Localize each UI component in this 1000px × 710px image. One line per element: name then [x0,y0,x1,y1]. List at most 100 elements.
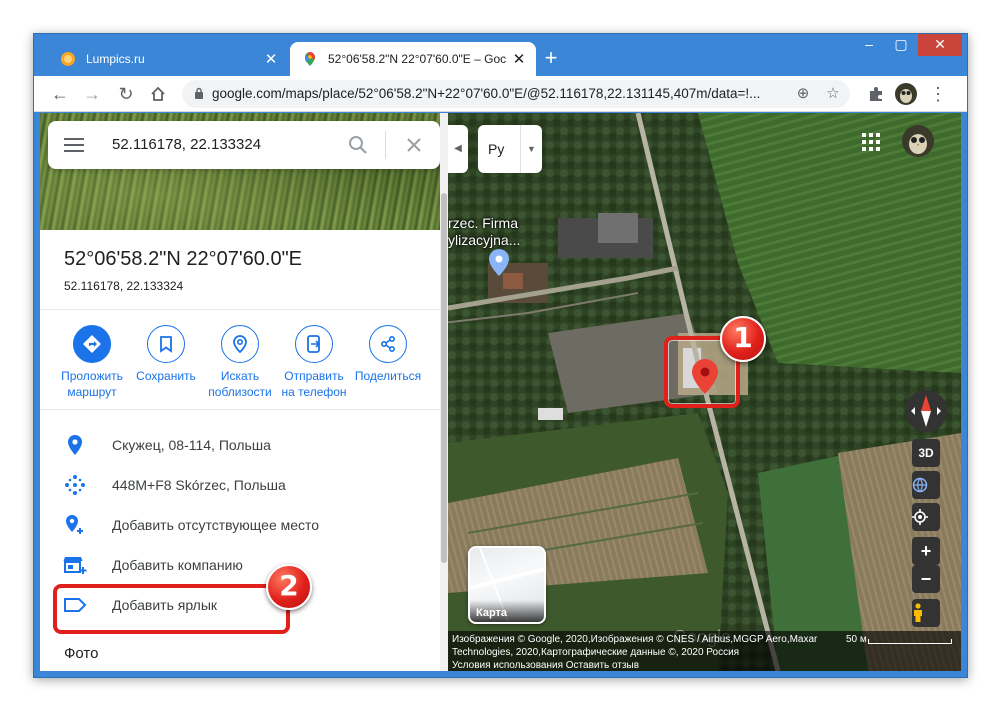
back-button[interactable]: ← [48,82,72,106]
highlight-box-add-label [53,584,290,634]
add-business-row[interactable]: Добавить компанию [40,545,440,585]
address-url: google.com/maps/place/52°06'58.2"N+22°07… [212,86,761,101]
save-button[interactable]: Сохранить [128,325,204,384]
globe-button[interactable] [912,471,940,499]
bookmark-star-icon[interactable]: ☆ [822,83,844,105]
search-icon[interactable] [346,133,370,157]
address-bar[interactable]: google.com/maps/place/52°06'58.2"N+22°07… [182,80,850,108]
collapse-panel-button[interactable]: ◀ [448,125,468,173]
zoom-in-button[interactable]: + [912,537,940,565]
maximize-button[interactable]: ▢ [886,34,916,56]
directions-button[interactable]: Проложить маршрут [54,325,130,400]
row-icon-wrap [62,552,88,578]
map-attribution: Изображения © Google, 2020,Изображения ©… [448,631,961,671]
add-business-text: Добавить компанию [112,557,243,573]
pegman-button[interactable] [912,599,940,627]
nearby-button[interactable]: Искать поблизости [202,325,278,400]
browser-toolbar: ← → ↻ google.com/maps/place/52°06'58.2"N… [34,76,967,112]
place-label[interactable]: rzec. Firma ylizacyjna... [448,215,520,249]
action-label: Отправить на телефон [276,368,352,400]
chevron-down-icon[interactable]: ▼ [520,125,542,173]
add-missing-place-row[interactable]: Добавить отсутствующее место [40,505,440,545]
3d-button[interactable]: 3D [912,439,940,467]
action-label: Искать поблизости [202,368,278,400]
send-to-phone-icon [307,335,321,353]
share-button[interactable]: Поделиться [350,325,426,384]
divider [40,409,440,410]
reload-button[interactable]: ↻ [114,82,138,106]
place-label-line1: rzec. Firma [448,215,518,231]
tab-lumpics[interactable]: Lumpics.ru ✕ [48,42,288,76]
close-icon[interactable] [402,133,426,157]
action-label: Проложить маршрут [54,368,130,400]
lumpics-favicon-icon [61,52,75,66]
tab-close-icon[interactable]: ✕ [260,50,282,68]
send-to-phone-button[interactable]: Отправить на телефон [276,325,352,400]
place-label-line2: ylizacyjna... [448,232,521,248]
scrollbar-thumb[interactable] [441,193,447,563]
tab-title: Lumpics.ru [86,52,145,66]
search-input[interactable]: 52.116178, 22.133324 [112,121,261,169]
browser-menu-icon[interactable]: ⋮ [926,82,950,106]
lock-icon [195,87,203,99]
hamburger-menu-icon[interactable] [64,135,86,155]
action-label: Поделиться [350,368,426,384]
coordinates-title: 52°06'58.2"N 22°07'60.0"E [64,248,303,270]
panel-scrollbar[interactable] [440,113,448,671]
search-separator [385,131,386,159]
action-label-line1: Поделиться [354,369,422,383]
scale-label[interactable]: 50 м [846,633,867,646]
plus-code-icon [65,475,85,495]
plus-code-text: 448M+F8 Skórzec, Польша [112,477,286,493]
nearby-icon [233,335,247,354]
add-business-icon [63,557,87,574]
map-type-toggle[interactable]: Карта [468,546,546,624]
scale-bar [868,639,952,644]
step-badge-1: 1 [720,316,766,362]
share-circle [369,325,407,363]
home-button[interactable] [146,82,170,106]
globe-icon [912,477,928,493]
minimize-button[interactable]: ‒ [854,34,884,56]
action-label-line2: маршрут [67,385,117,399]
my-location-button[interactable] [912,503,940,531]
language-select[interactable]: Ру ▼ [478,125,542,173]
profile-avatar[interactable] [894,82,918,106]
maps-search-box[interactable]: 52.116178, 22.133324 [48,121,440,169]
attribution-links[interactable]: Условия использования Оставить отзыв [452,659,957,671]
new-tab-button[interactable]: + [539,47,563,71]
share-icon [380,335,396,353]
directions-circle [73,325,111,363]
location-pin-icon [68,435,82,455]
address-text: Скужец, 08-114, Польша [112,437,271,453]
forward-button[interactable]: → [80,82,104,106]
address-row[interactable]: Скужец, 08-114, Польша [40,425,440,465]
tab-title: 52°06'58.2"N 22°07'60.0"E – Goc [328,52,507,66]
apps-grid-icon[interactable] [862,133,880,151]
compass-icon[interactable] [904,389,948,433]
extensions-icon[interactable] [864,82,888,106]
action-label-line1: Проложить [61,369,123,383]
language-select-value: Ру [488,141,505,157]
google-maps-favicon-icon [305,52,315,66]
action-label-line2: поблизости [208,385,272,399]
map-type-label: Карта [470,600,544,622]
directions-icon [83,335,101,353]
coordinates-decimal: 52.116178, 22.133324 [64,279,184,293]
account-avatar[interactable] [902,125,934,157]
photos-section-title: Фото [64,645,99,662]
home-icon [151,86,165,101]
tab-close-icon[interactable]: ✕ [508,50,530,68]
send-circle [295,325,333,363]
close-window-button[interactable]: ✕ [918,34,962,56]
zoom-out-button[interactable]: − [912,565,940,593]
add-location-icon[interactable]: ⊕ [792,83,814,105]
row-icon-wrap [62,472,88,498]
plus-code-row[interactable]: 448M+F8 Skórzec, Польша [40,465,440,505]
tab-google-maps[interactable]: 52°06'58.2"N 22°07'60.0"E – Goc ✕ [290,42,536,76]
tab-strip: Lumpics.ru ✕ 52°06'58.2"N 22°07'60.0"E –… [34,34,967,76]
step-badge-2: 2 [266,564,312,610]
action-label-line1: Отправить [284,369,344,383]
divider [40,309,440,310]
add-missing-place-text: Добавить отсутствующее место [112,517,320,533]
